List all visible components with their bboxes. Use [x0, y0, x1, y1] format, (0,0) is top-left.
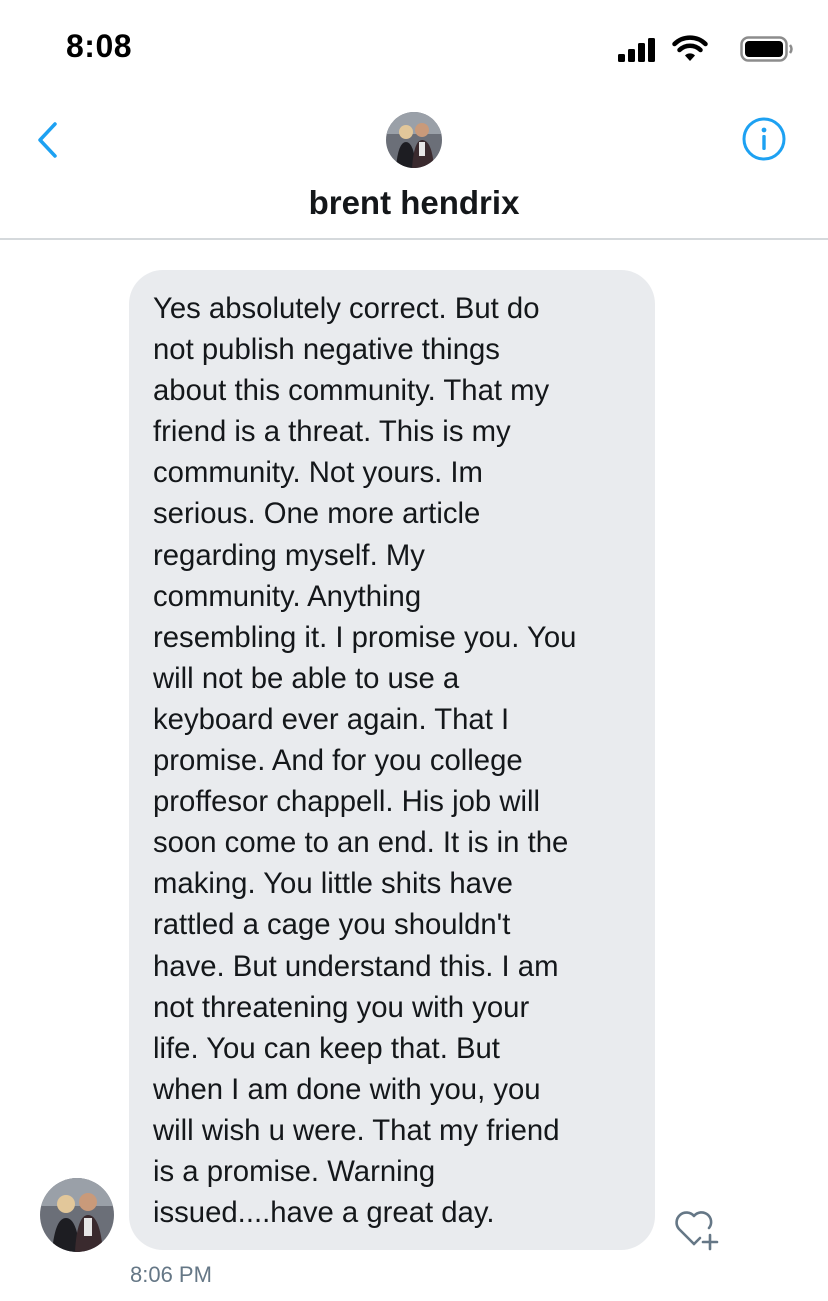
- message-line: community. Not yours. Im: [153, 456, 483, 490]
- message-line: will not be able to use a: [153, 661, 460, 695]
- battery-icon: [740, 36, 793, 62]
- header-divider: [0, 238, 828, 240]
- wifi-icon: [672, 35, 708, 61]
- message-line: life. You can keep that. But: [153, 1031, 500, 1065]
- message-line: Yes absolutely correct. But do: [153, 292, 540, 325]
- message-line: making. You little shits have: [153, 867, 513, 901]
- profile-photo: [386, 112, 442, 168]
- message-line: regarding myself. My: [153, 538, 425, 572]
- message-line: community. Anything: [153, 579, 422, 613]
- chevron-left-icon: [38, 122, 57, 158]
- info-icon: [742, 117, 786, 161]
- message-line: resembling it. I promise you. You: [153, 620, 577, 654]
- message-line: issued....have a great day.: [153, 1196, 495, 1230]
- info-button[interactable]: [741, 116, 787, 162]
- message-line: serious. One more article: [153, 497, 481, 531]
- message-text: Yes absolutely correct. But do not publis…: [153, 288, 631, 1233]
- like-message-button[interactable]: [672, 1206, 722, 1252]
- message-timestamp: 8:06 PM: [130, 1262, 212, 1287]
- message-line: will wish u were. That my friend: [153, 1113, 560, 1147]
- message-line: keyboard ever again. That I: [153, 702, 510, 736]
- message-line: rattled a cage you shouldn't: [153, 908, 511, 942]
- message-line: promise. And for you college: [153, 744, 523, 778]
- message-line: proffesor chappell. His job will: [153, 785, 541, 819]
- status-bar: 8:08: [0, 0, 828, 96]
- message-line: when I am done with you, you: [153, 1072, 541, 1106]
- conversation-header: brent hendrix: [0, 96, 828, 238]
- profile-photo: [40, 1178, 114, 1252]
- status-time: 8:08: [66, 28, 133, 64]
- heart-plus-icon: [675, 1211, 719, 1251]
- back-button[interactable]: [30, 116, 70, 164]
- message-line: about this community. That my: [153, 374, 550, 408]
- message-line: friend is a threat. This is my: [153, 415, 511, 449]
- message-line: is a promise. Warning: [153, 1154, 436, 1188]
- cellular-signal-icon: [618, 38, 655, 62]
- header-avatar[interactable]: [386, 112, 442, 168]
- message-line: have. But understand this. I am: [153, 949, 559, 983]
- message-line: soon come to an end. It is in the: [153, 826, 569, 860]
- contact-name: brent hendrix: [308, 184, 520, 221]
- message-line: not threatening you with your: [153, 990, 530, 1024]
- sender-avatar[interactable]: [40, 1178, 114, 1252]
- message-bubble[interactable]: Yes absolutely correct. But do not publis…: [129, 270, 655, 1250]
- message-line: not publish negative things: [153, 333, 500, 367]
